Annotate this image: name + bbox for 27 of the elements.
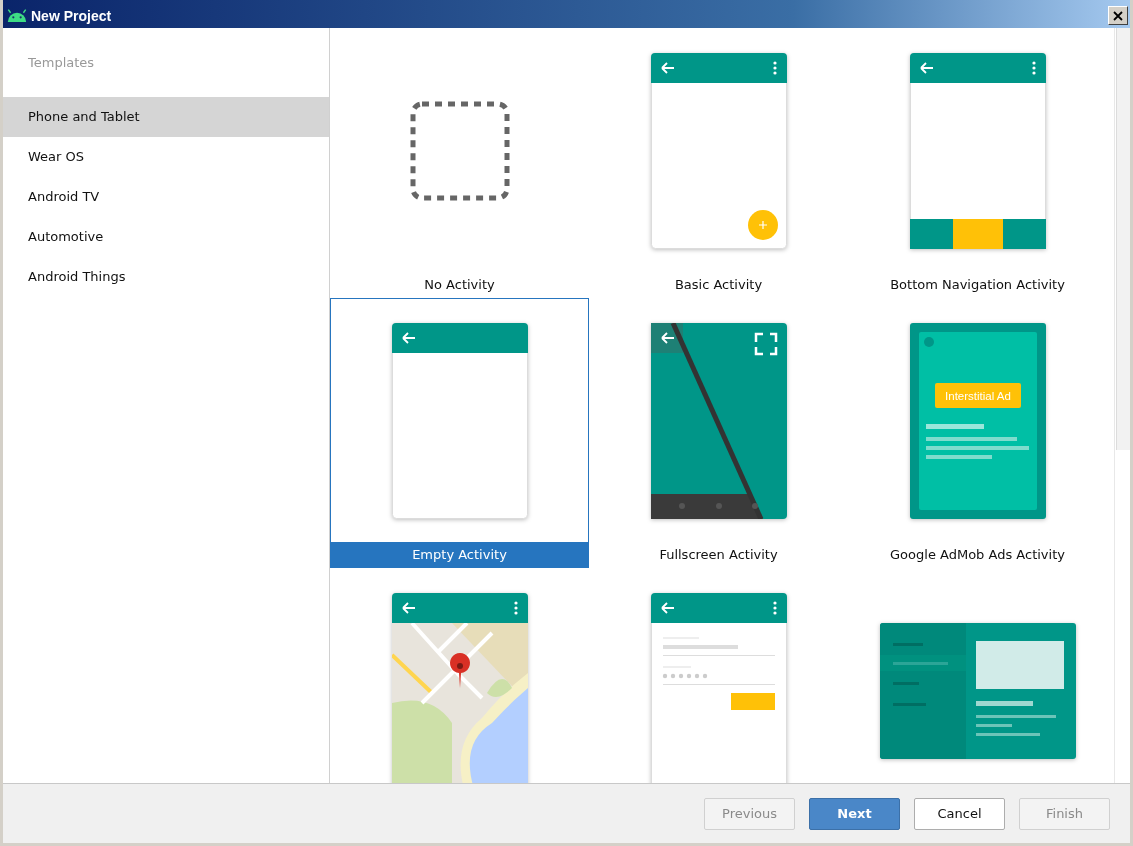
sidebar-item[interactable]: Phone and Tablet bbox=[3, 97, 329, 137]
footer-button[interactable]: Cancel bbox=[914, 797, 1005, 830]
template-label: No Activity bbox=[423, 276, 496, 294]
close-button[interactable] bbox=[1108, 6, 1128, 25]
ad-label: Interstitial Ad bbox=[944, 389, 1011, 402]
template-label: Google AdMob Ads Activity bbox=[889, 546, 1066, 564]
template-tile[interactable]: Basic Activity bbox=[589, 28, 848, 298]
sidebar-item[interactable]: Automotive bbox=[3, 217, 329, 257]
window-title: New Project bbox=[31, 7, 113, 24]
template-label: Bottom Navigation Activity bbox=[889, 276, 1066, 294]
template-label: Fullscreen Activity bbox=[658, 546, 779, 564]
template-label: Empty Activity bbox=[331, 542, 588, 567]
sidebar-item[interactable]: Android Things bbox=[3, 257, 329, 297]
template-label: Basic Activity bbox=[673, 276, 764, 294]
template-tile[interactable]: No Activity bbox=[330, 28, 589, 298]
sidebar-item[interactable]: Wear OS bbox=[3, 137, 329, 177]
sidebar-item[interactable]: Android TV bbox=[3, 177, 329, 217]
template-tile[interactable]: Fullscreen Activity bbox=[589, 298, 848, 568]
scrollbar-thumb[interactable] bbox=[1116, 28, 1130, 450]
footer-button[interactable]: Next bbox=[809, 797, 900, 830]
dashed-square-icon bbox=[409, 100, 510, 201]
close-icon bbox=[1113, 10, 1123, 21]
template-tile[interactable]: Empty Activity bbox=[330, 298, 589, 568]
android-robot-icon bbox=[6, 9, 28, 22]
template-tile[interactable]: Bottom Navigation Activity bbox=[848, 28, 1107, 298]
template-tile[interactable]: Interstitial Ad Google AdMob Ads Activity bbox=[848, 298, 1107, 568]
sidebar-heading: Templates bbox=[27, 54, 96, 72]
